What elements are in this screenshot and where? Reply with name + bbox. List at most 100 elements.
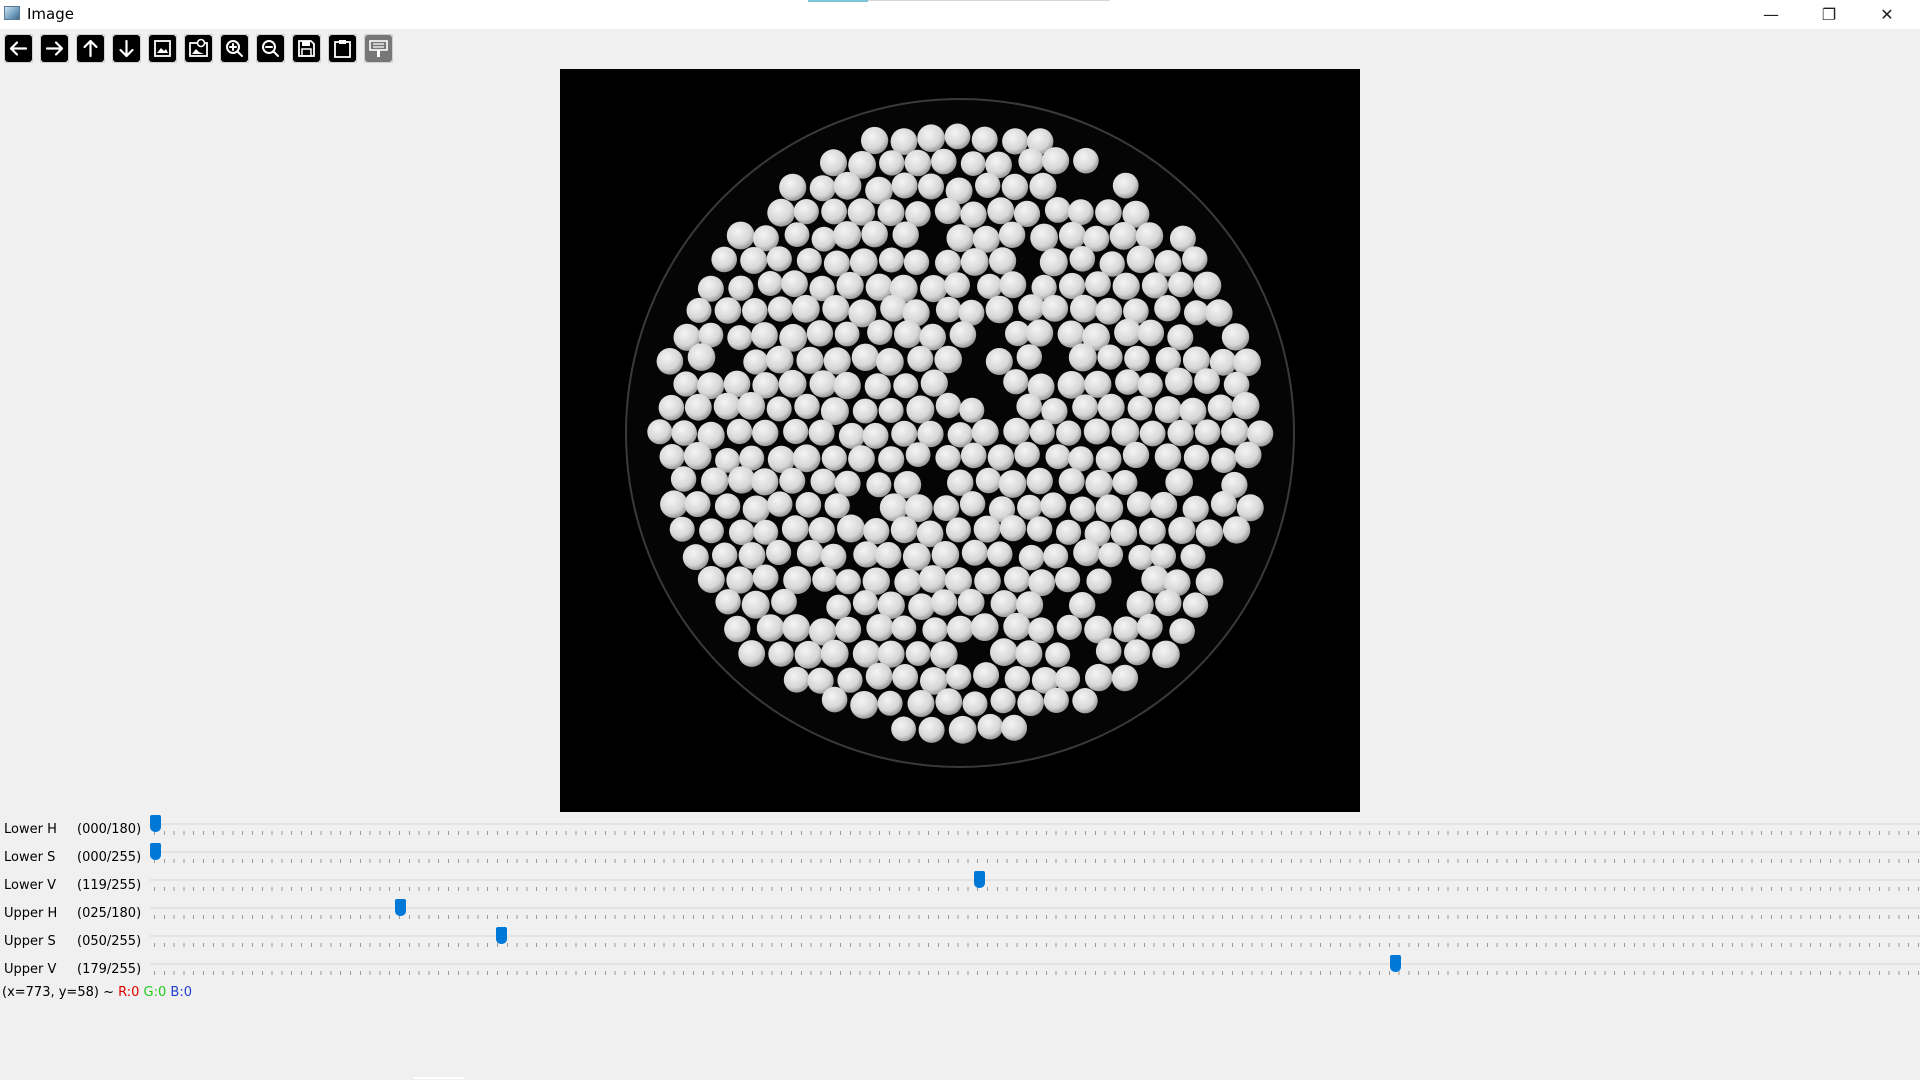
slider-row-upper-s: Upper S (050/255)	[0, 926, 1920, 954]
bead	[1018, 544, 1045, 571]
bead	[1097, 344, 1123, 370]
bead	[1127, 395, 1153, 421]
bead	[973, 515, 1001, 543]
bead	[792, 444, 821, 473]
slider-track[interactable]	[150, 814, 1920, 842]
bead	[1083, 418, 1110, 445]
bead	[1139, 420, 1166, 447]
bead	[682, 544, 709, 571]
slider-thumb[interactable]	[974, 871, 986, 888]
bead	[1182, 592, 1209, 618]
minimize-button[interactable]: —	[1742, 0, 1800, 29]
bead	[962, 691, 988, 717]
bead	[851, 343, 880, 371]
bead	[779, 173, 807, 201]
bead	[766, 396, 792, 422]
bead	[990, 590, 1018, 618]
title-bar: Image — ❐ ✕	[0, 0, 1920, 29]
bead	[1210, 490, 1237, 517]
slider-track[interactable]	[150, 842, 1920, 870]
close-button[interactable]: ✕	[1858, 0, 1916, 29]
slider-ticks	[154, 915, 1920, 919]
bead	[852, 590, 879, 616]
image-icon	[149, 35, 176, 62]
bead	[861, 220, 888, 248]
bead	[1098, 542, 1124, 568]
bead	[1085, 469, 1113, 498]
bead	[1044, 197, 1071, 223]
bead	[1137, 319, 1165, 347]
bead	[726, 418, 753, 445]
bead	[1001, 714, 1028, 741]
bead	[891, 615, 917, 641]
slider-groove	[150, 851, 1920, 853]
bead	[812, 566, 838, 592]
bead	[737, 392, 766, 420]
slider-ticks	[154, 943, 1920, 947]
zoom-out-button[interactable]	[256, 34, 285, 63]
bead	[875, 542, 902, 569]
bead	[714, 297, 742, 324]
bead	[1003, 369, 1029, 395]
bead	[1128, 544, 1154, 570]
slider-thumb[interactable]	[395, 899, 407, 916]
bead	[934, 345, 962, 374]
bead	[1086, 568, 1112, 594]
bead	[728, 466, 756, 494]
zoom-in-button[interactable]	[220, 34, 249, 63]
bead	[1026, 516, 1053, 542]
slider-track[interactable]	[150, 926, 1920, 954]
app-icon	[4, 6, 20, 20]
pan-down-button[interactable]	[112, 34, 141, 63]
red-value: R:0	[118, 985, 140, 1000]
bead	[1126, 245, 1155, 274]
bead	[765, 345, 794, 374]
bead	[1111, 664, 1139, 692]
bead	[985, 348, 1013, 375]
bead	[1058, 468, 1085, 495]
close-icon: ✕	[1880, 5, 1894, 24]
bead	[866, 472, 892, 498]
bead	[1016, 344, 1042, 370]
copy-clipboard-button[interactable]	[328, 34, 357, 63]
slider-track[interactable]	[150, 898, 1920, 926]
slider-value: (179/255)	[77, 962, 142, 977]
zoom-original-button[interactable]	[184, 34, 213, 63]
bead	[768, 641, 794, 667]
maximize-button[interactable]: ❐	[1800, 0, 1858, 29]
slider-thumb[interactable]	[1389, 955, 1401, 972]
bead	[795, 492, 822, 518]
bead	[959, 397, 985, 423]
bead	[1003, 417, 1031, 445]
bead	[990, 638, 1018, 667]
slider-track[interactable]	[150, 954, 1920, 982]
bead	[957, 588, 985, 616]
pan-left-button[interactable]	[4, 34, 33, 63]
bead	[960, 248, 989, 276]
arrow-left-icon	[5, 35, 32, 62]
pan-right-button[interactable]	[40, 34, 69, 63]
properties-button[interactable]	[364, 34, 393, 63]
slider-track[interactable]	[150, 870, 1920, 898]
zoom-fit-button[interactable]	[148, 34, 177, 63]
slider-thumb[interactable]	[150, 815, 161, 832]
minimize-icon: —	[1763, 5, 1779, 24]
bead	[1165, 468, 1193, 497]
pan-up-button[interactable]	[76, 34, 105, 63]
image-viewer[interactable]	[560, 69, 1360, 812]
bead	[1072, 688, 1098, 714]
bead	[660, 490, 688, 518]
slider-ticks	[154, 831, 1920, 835]
slider-thumb[interactable]	[496, 927, 508, 944]
bead	[808, 419, 835, 446]
bead	[1042, 147, 1070, 175]
bead	[1180, 544, 1206, 569]
slider-ticks	[154, 859, 1920, 863]
image-content	[625, 98, 1295, 768]
bead	[891, 420, 918, 447]
bead	[1150, 491, 1178, 519]
bead	[877, 199, 905, 227]
slider-thumb[interactable]	[150, 843, 161, 860]
save-button[interactable]	[292, 34, 321, 63]
bead	[960, 201, 987, 228]
